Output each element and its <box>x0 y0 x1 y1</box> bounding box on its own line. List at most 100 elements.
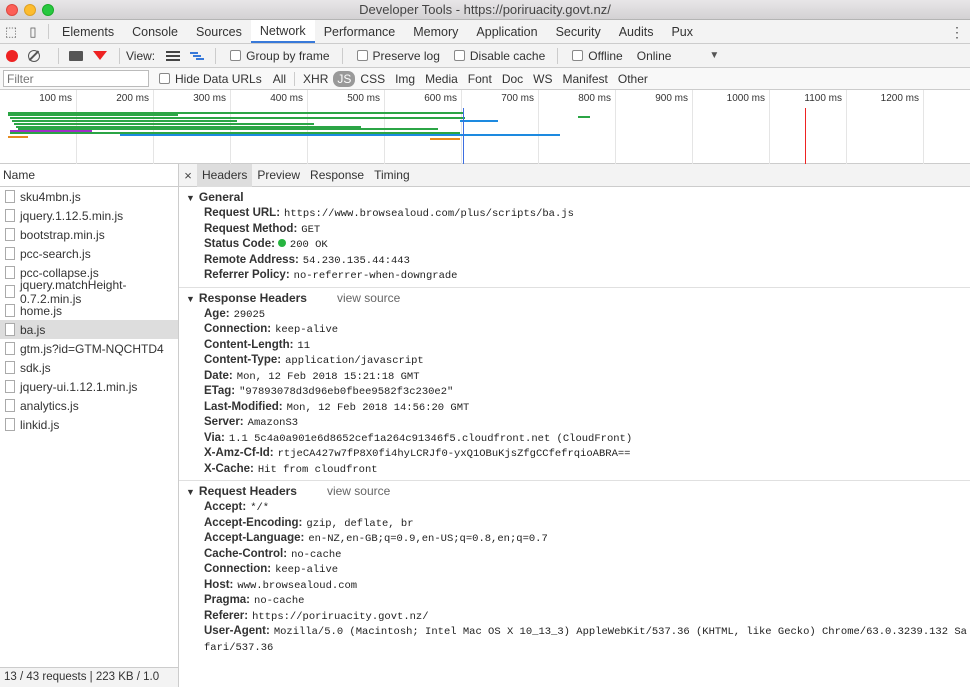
request-row[interactable]: analytics.js <box>0 396 178 415</box>
disable-cache-checkbox[interactable] <box>453 50 465 61</box>
filter-type-media[interactable]: Media <box>420 72 463 86</box>
response-headers-title: Response Headers <box>198 290 307 305</box>
view-source-link[interactable]: view source <box>327 484 390 498</box>
header-value: 11 <box>297 339 311 352</box>
filter-input[interactable] <box>3 70 149 87</box>
filter-type-font[interactable]: Font <box>463 72 497 86</box>
capture-screenshots-icon[interactable] <box>69 50 83 61</box>
more-options-icon[interactable]: ⋮ <box>950 24 964 41</box>
request-name: ba.js <box>20 322 46 337</box>
triangle-down-icon: ▼ <box>186 193 195 203</box>
header-name: Cache-Control: <box>204 547 288 560</box>
request-row[interactable]: sdk.js <box>0 358 178 377</box>
filter-type-xhr[interactable]: XHR <box>298 72 333 86</box>
header-name: Age: <box>204 307 230 320</box>
tab-preview[interactable]: Preview <box>252 164 305 187</box>
header-row: Accept: */* <box>179 500 970 516</box>
header-value: Mon, 12 Feb 2018 15:21:18 GMT <box>236 370 420 383</box>
tab-console[interactable]: Console <box>123 20 187 43</box>
filter-type-doc[interactable]: Doc <box>497 72 528 86</box>
header-value: en-NZ,en-GB;q=0.9,en-US;q=0.8,en;q=0.7 <box>308 533 548 545</box>
panel-tabs: Elements Console Sources Network Performance… <box>53 20 702 43</box>
tab-headers[interactable]: Headers <box>197 164 253 187</box>
tab-pux[interactable]: Pux <box>662 20 702 43</box>
device-toolbar-icon[interactable]: ▯ <box>22 20 44 43</box>
clear-button[interactable] <box>28 49 40 62</box>
header-row: Request URL: https://www.browsealoud.com/… <box>179 206 970 222</box>
group-by-frame-checkbox[interactable] <box>230 50 242 61</box>
tab-audits[interactable]: Audits <box>610 20 663 43</box>
filter-type-js[interactable]: JS <box>333 70 356 87</box>
request-row[interactable]: ba.js <box>0 320 178 339</box>
header-name: Connection: <box>204 323 272 335</box>
preserve-log-checkbox[interactable] <box>356 50 368 61</box>
timeline-bar <box>460 120 498 122</box>
filter-icon[interactable] <box>93 51 107 60</box>
request-row[interactable]: jquery.1.12.5.min.js <box>0 206 178 225</box>
tab-application[interactable]: Application <box>467 20 546 43</box>
network-overview-timeline[interactable]: 100 ms 200 ms 300 ms 400 ms 500 ms 600 ms 700 … <box>0 90 970 164</box>
request-row[interactable]: linkid.js <box>0 415 178 434</box>
triangle-down-icon: ▼ <box>186 487 195 497</box>
header-value: rtjeCA427w7fP8X0fi4hyLCRJf0-yxQ1OBuKjsZf… <box>277 448 631 460</box>
header-name: Request Method: <box>204 222 298 235</box>
request-headers-section: ▼ Request Headers view source Accept: */* Ac… <box>179 481 970 658</box>
request-row[interactable]: gtm.js?id=GTM-NQCHTD4 <box>0 339 178 358</box>
timeline-tick-label: 1 <box>936 93 970 104</box>
request-row[interactable]: pcc-search.js <box>0 244 178 263</box>
filter-type-ws[interactable]: WS <box>528 72 557 86</box>
filter-type-other[interactable]: Other <box>613 72 653 86</box>
request-row[interactable]: jquery-ui.1.12.1.min.js <box>0 377 178 396</box>
response-headers-section: ▼ Response Headers view source Age: 29025 Co… <box>179 288 970 481</box>
file-icon <box>5 228 15 241</box>
tab-elements[interactable]: Elements <box>53 20 123 43</box>
request-name: bootstrap.min.js <box>20 227 105 242</box>
request-name: jquery.1.12.5.min.js <box>20 208 124 223</box>
tab-memory[interactable]: Memory <box>404 20 467 43</box>
filter-type-css[interactable]: CSS <box>355 72 390 86</box>
request-row[interactable]: sku4mbn.js <box>0 187 178 206</box>
throttling-select[interactable]: Online <box>637 49 672 63</box>
header-value: 29025 <box>233 308 266 321</box>
close-detail-icon[interactable]: × <box>179 168 197 183</box>
filter-type-manifest[interactable]: Manifest <box>558 72 613 86</box>
hide-data-urls-checkbox[interactable] <box>159 73 170 84</box>
offline-checkbox[interactable] <box>572 50 584 61</box>
inspect-element-icon[interactable]: ⬚ <box>0 20 22 43</box>
filter-type-all[interactable]: All <box>268 72 291 86</box>
record-button[interactable] <box>6 49 18 62</box>
request-row[interactable]: bootstrap.min.js <box>0 225 178 244</box>
request-headers-header[interactable]: ▼ Request Headers view source <box>179 483 970 500</box>
tab-timing[interactable]: Timing <box>369 164 415 187</box>
disable-cache-label: Disable cache <box>469 48 546 63</box>
detail-tabs: × Headers Preview Response Timing <box>179 164 970 187</box>
overview-icon[interactable] <box>190 51 205 61</box>
header-row: X-Cache: Hit from cloudfront <box>179 462 970 478</box>
header-name: Connection: <box>204 563 272 575</box>
tab-security[interactable]: Security <box>547 20 610 43</box>
maximize-window-button[interactable] <box>42 4 54 16</box>
divider <box>58 47 59 64</box>
filter-type-img[interactable]: Img <box>390 72 420 86</box>
header-value: https://poriruacity.govt.nz/ <box>252 610 429 623</box>
request-row[interactable]: jquery.matchHeight-0.7.2.min.js <box>0 278 178 306</box>
timeline-bar <box>8 136 28 138</box>
divider <box>119 47 120 64</box>
tab-response[interactable]: Response <box>305 164 369 187</box>
timeline-gridline <box>461 90 462 164</box>
file-icon <box>5 380 15 393</box>
name-column-header[interactable]: Name <box>0 164 178 187</box>
chevron-down-icon[interactable]: ▼ <box>709 50 719 61</box>
view-source-link[interactable]: view source <box>337 291 400 305</box>
close-window-button[interactable] <box>6 4 18 16</box>
response-headers-header[interactable]: ▼ Response Headers view source <box>179 290 970 307</box>
general-section: ▼ General Request URL: https://www.browsea… <box>179 187 970 288</box>
tab-network[interactable]: Network <box>250 20 315 43</box>
header-name: Server: <box>204 416 244 428</box>
general-header[interactable]: ▼ General <box>179 189 970 206</box>
minimize-window-button[interactable] <box>24 4 36 16</box>
tab-sources[interactable]: Sources <box>187 20 251 43</box>
large-rows-icon[interactable] <box>166 50 181 61</box>
header-value: 1.1 5c4a0a901e6d8652cef1a264c91346f5.clo… <box>228 432 633 445</box>
tab-performance[interactable]: Performance <box>315 20 405 43</box>
